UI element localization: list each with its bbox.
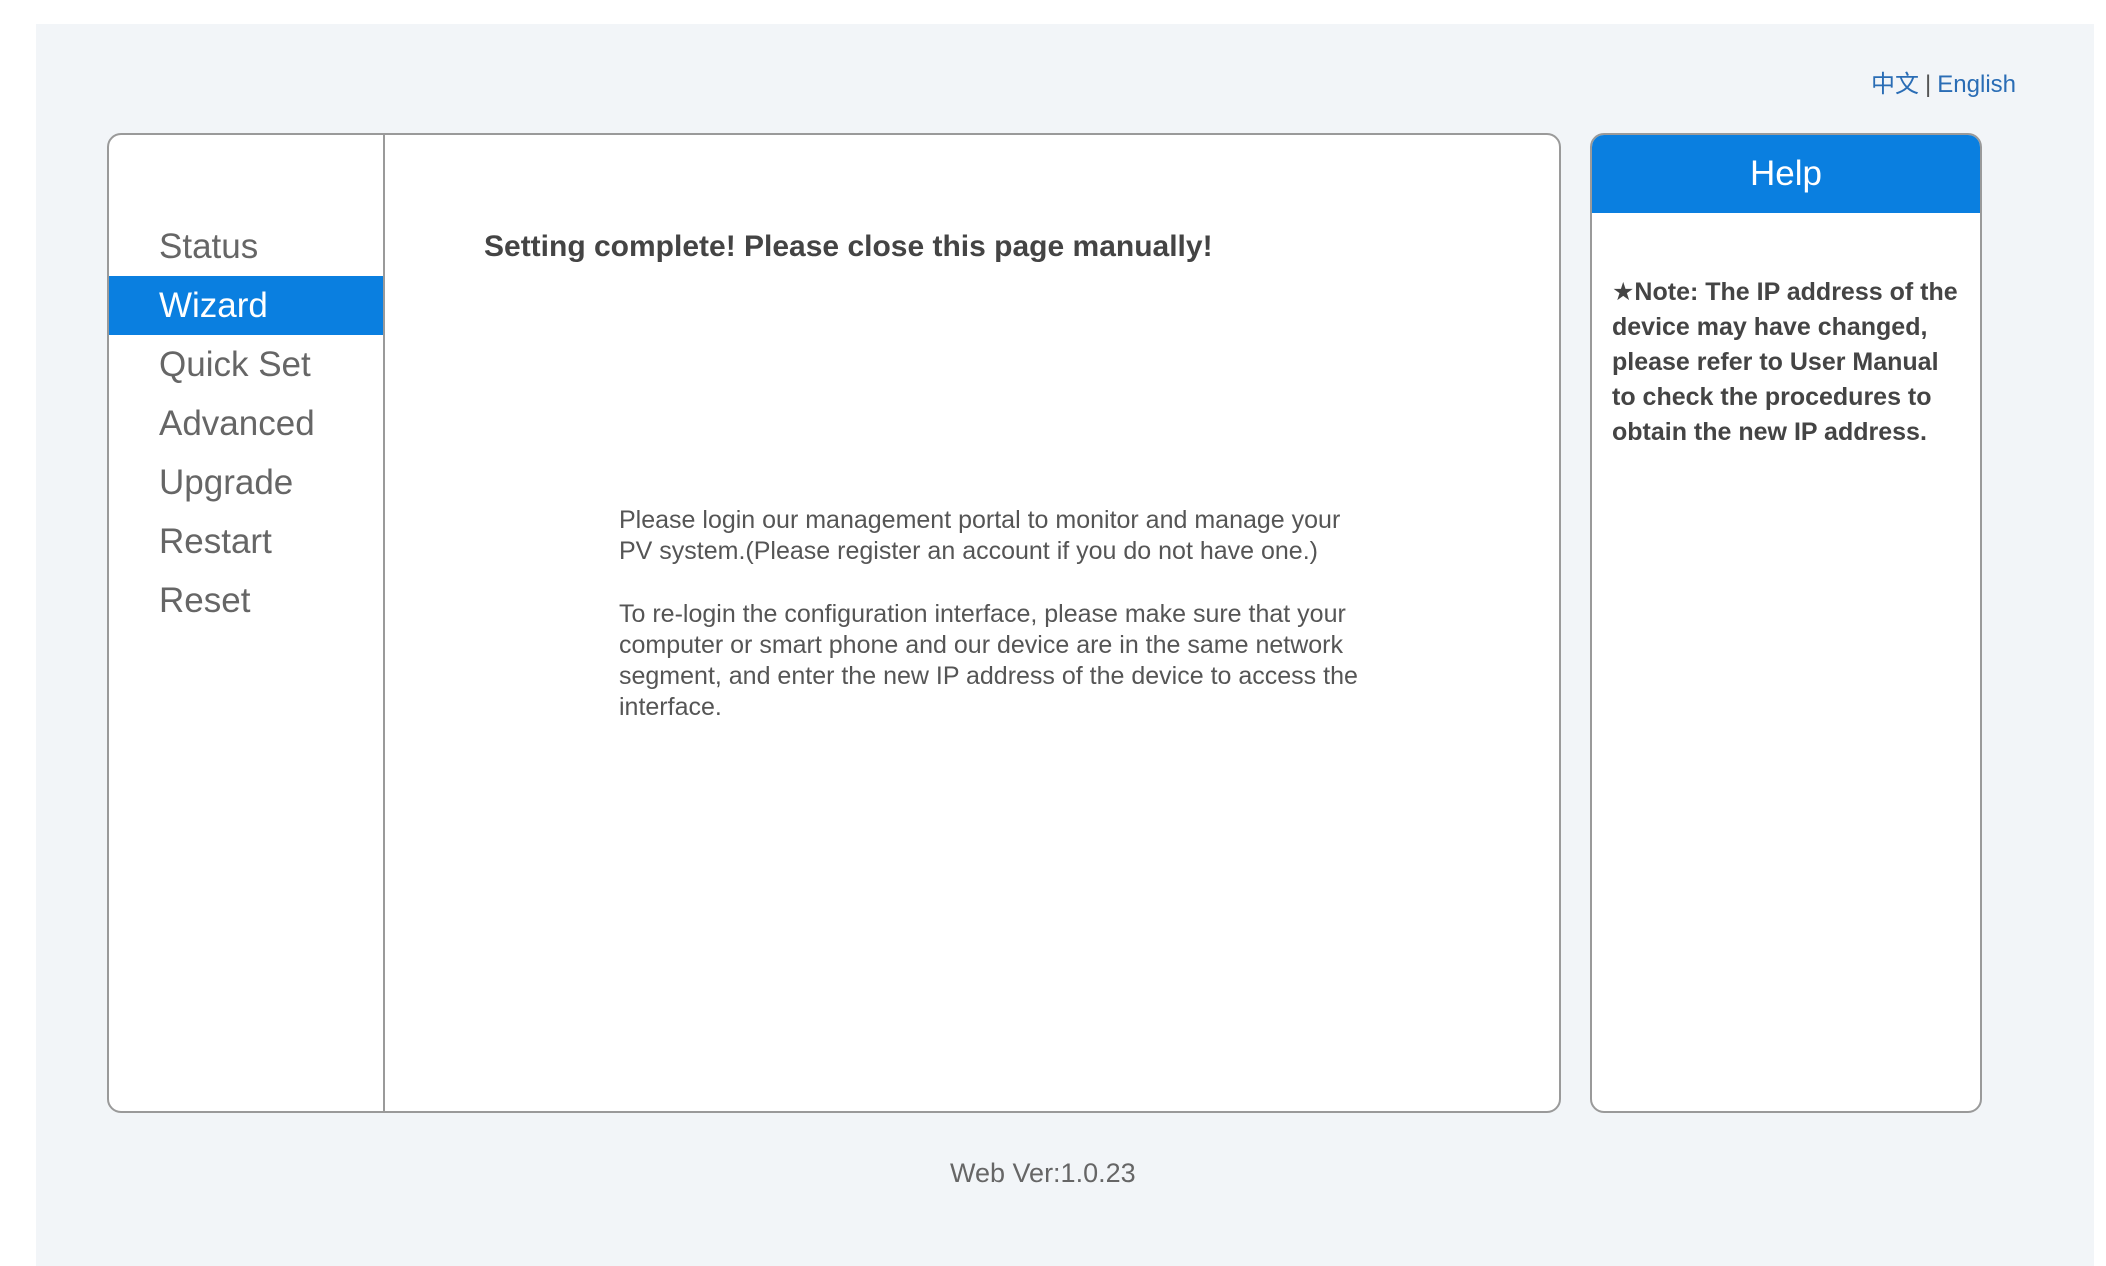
sidebar-item-quick-set[interactable]: Quick Set: [109, 335, 383, 394]
web-version: Web Ver:1.0.23: [950, 1158, 1136, 1188]
sidebar-item-wizard[interactable]: Wizard: [109, 276, 383, 335]
help-panel: Help ★Note: The IP address of the device…: [1590, 133, 1982, 1113]
sidebar-item-reset[interactable]: Reset: [109, 571, 383, 630]
relogin-instructions-text: To re-login the configuration interface,…: [619, 600, 1358, 721]
page-title: Setting complete! Please close this page…: [484, 230, 1213, 263]
language-chinese-link[interactable]: 中文: [1871, 71, 1919, 98]
main-panel: Status Wizard Quick Set Advanced Upgrade…: [107, 133, 1561, 1113]
help-note: ★Note: The IP address of the device may …: [1612, 278, 1958, 446]
language-separator: |: [1925, 71, 1932, 98]
portal-login-text: Please login our management portal to mo…: [619, 506, 1341, 565]
help-title: Help: [1592, 135, 1980, 213]
content-body: Please login our management portal to mo…: [619, 505, 1379, 755]
language-english-link[interactable]: English: [1937, 71, 2016, 98]
sidebar-nav: Status Wizard Quick Set Advanced Upgrade…: [109, 135, 385, 1111]
language-switch: 中文 | English: [1871, 64, 2016, 99]
content-area: Setting complete! Please close this page…: [385, 135, 1559, 1111]
sidebar-item-upgrade[interactable]: Upgrade: [109, 453, 383, 512]
sidebar-item-restart[interactable]: Restart: [109, 512, 383, 571]
sidebar-item-status[interactable]: Status: [109, 217, 383, 276]
sidebar-item-advanced[interactable]: Advanced: [109, 394, 383, 453]
